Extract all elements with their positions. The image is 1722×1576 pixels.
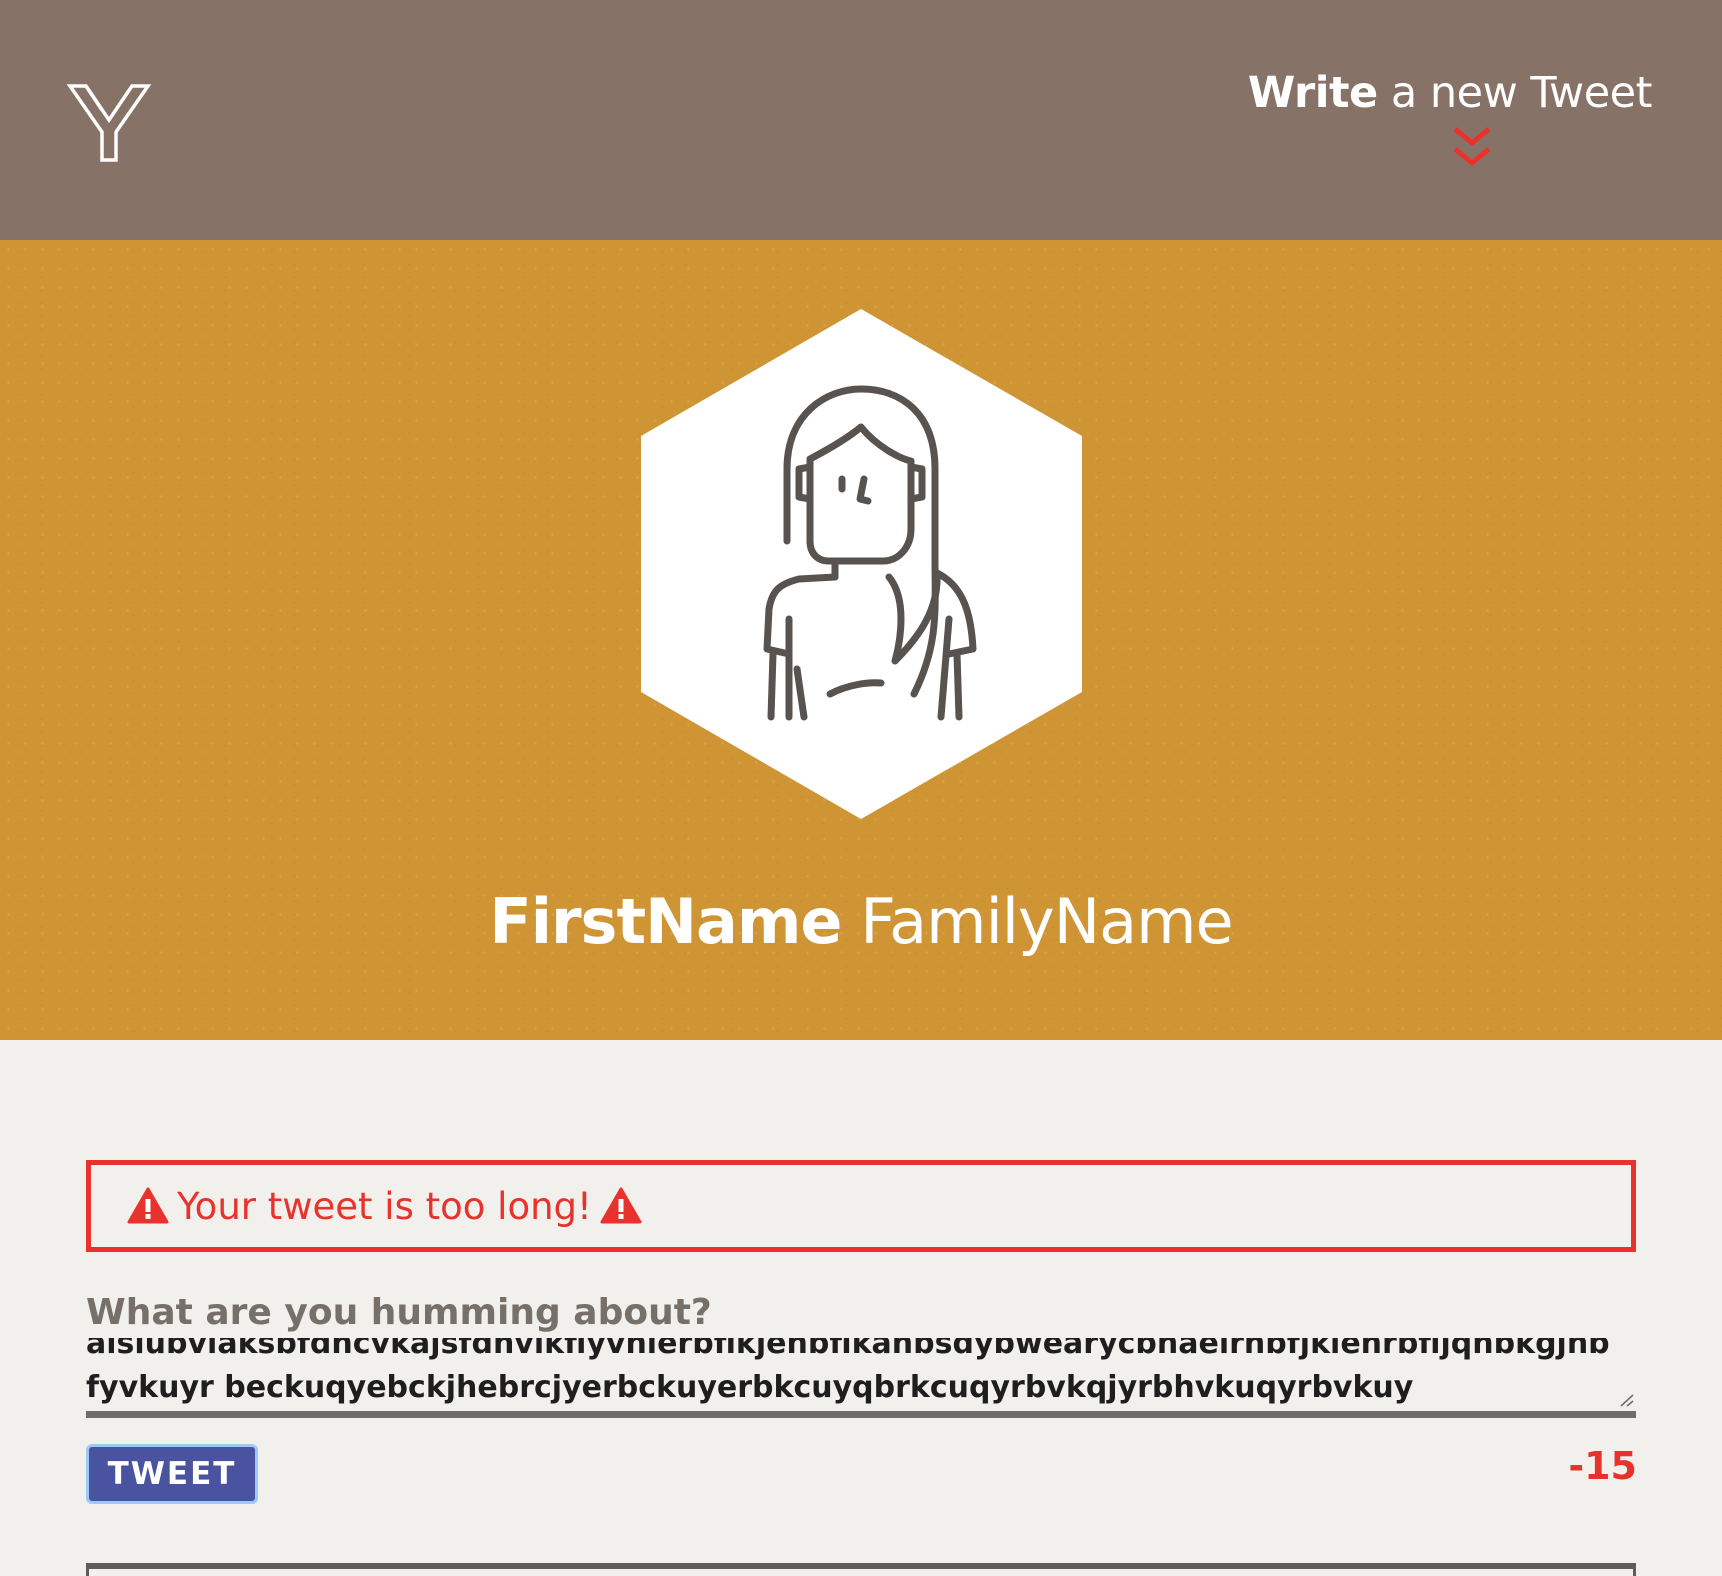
woman-avatar-icon	[641, 309, 1082, 819]
family-name: FamilyName	[860, 885, 1233, 958]
resize-grip-icon[interactable]	[1618, 1393, 1634, 1407]
tweet-textarea[interactable]: alsiubvlaksbfdncvkajsfdnvlkflyvnlerbflkj…	[86, 1338, 1636, 1418]
nav-title-rest: a new Tweet	[1377, 68, 1653, 118]
error-alert: Your tweet is too long!	[86, 1160, 1636, 1252]
remaining-character-count: -15	[1568, 1444, 1637, 1488]
error-message: Your tweet is too long!	[177, 1184, 592, 1228]
tweet-button[interactable]: TWEET	[86, 1444, 258, 1504]
y-logo-icon[interactable]	[66, 80, 152, 166]
next-section-divider	[86, 1563, 1636, 1576]
double-chevron-down-icon[interactable]	[1451, 125, 1493, 169]
warning-icon	[127, 1187, 169, 1224]
warning-icon	[600, 1187, 642, 1224]
first-name: FirstName	[489, 885, 842, 958]
page: Write a new Tweet FirstName FamilyName Y…	[0, 0, 1722, 1576]
write-tweet-link[interactable]: Write a new Tweet	[1247, 68, 1653, 118]
tweet-text: alsiubvlaksbfdncvkajsfdnvlkflyvnlerbflkj…	[86, 1338, 1610, 1405]
profile-name: FirstName FamilyName	[0, 885, 1722, 958]
nav-title-bold: Write	[1247, 68, 1378, 118]
top-nav: Write a new Tweet	[0, 0, 1722, 240]
tweet-input-label: What are you humming about?	[86, 1292, 712, 1333]
